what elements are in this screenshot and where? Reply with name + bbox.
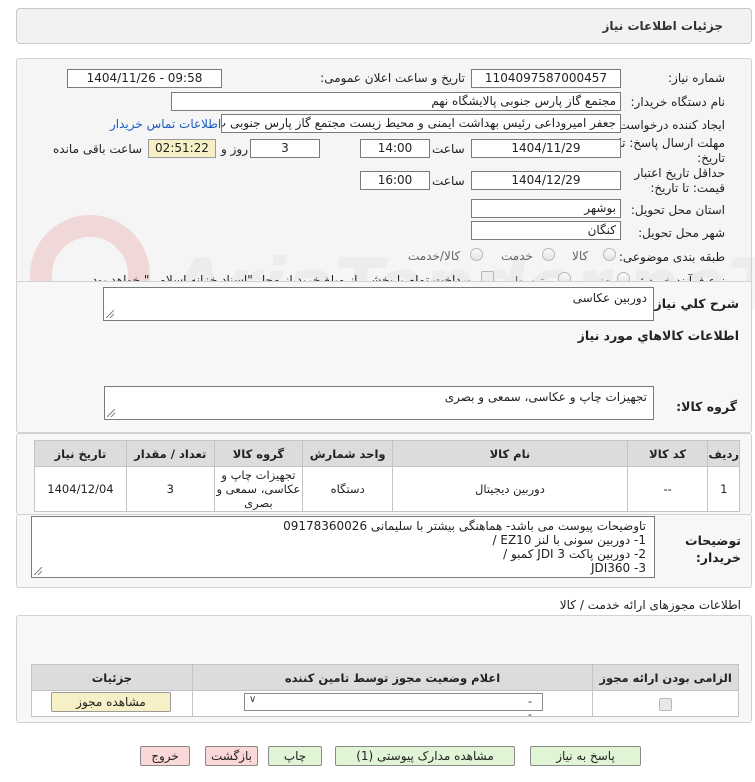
resize-grip-icon[interactable] bbox=[34, 567, 42, 575]
creator-field: جعفر امیروداعی رئیس بهداشت ایمنی و محیط … bbox=[221, 114, 621, 133]
cell-qty: 3 bbox=[125, 466, 215, 512]
province-field: بوشهر bbox=[471, 199, 621, 218]
col-group: گروه کالا bbox=[213, 440, 304, 467]
days-label: روز و bbox=[221, 142, 248, 156]
goods-section-title: اطلاعات کالاهاي مورد نياز bbox=[577, 328, 739, 343]
col-required: الزامی بودن ارائه مجوز bbox=[592, 664, 739, 691]
city-label: شهر محل تحویل: bbox=[638, 226, 725, 240]
col-row: ردیف bbox=[707, 440, 740, 467]
deadline-label: مهلت ارسال پاسخ: تا تاریخ: bbox=[618, 136, 725, 165]
days-field: 3 bbox=[250, 139, 320, 158]
note-line: تاوضیحات پیوست می باشد- هماهنگی بیشتر با… bbox=[283, 519, 646, 533]
need-number-label: شماره نیاز: bbox=[668, 71, 725, 85]
col-date: تاریخ نیاز bbox=[34, 440, 127, 467]
cell-name: دوربین دیجیتال bbox=[392, 466, 628, 512]
category-radio-goods[interactable] bbox=[603, 248, 616, 261]
contact-buyer-link[interactable]: اطلاعات تماس خریدار bbox=[110, 117, 221, 131]
view-attachments-button[interactable]: مشاهده مدارک پیوستی (1) bbox=[335, 746, 515, 766]
city-field: کنگان bbox=[471, 221, 621, 240]
note-line: 3- JDI360 bbox=[590, 561, 646, 575]
resize-grip-icon[interactable] bbox=[106, 310, 114, 318]
category-option-service: خدمت bbox=[501, 249, 533, 263]
need-number-field: 1104097587000457 bbox=[471, 69, 621, 88]
table-row: 1 -- دوربین دیجیتال دستگاه تجهیزات چاپ و… bbox=[34, 466, 740, 512]
category-label: طبقه بندی موضوعی: bbox=[618, 250, 725, 264]
col-status: اعلام وضعیت مجوز توسط تامین کننده bbox=[191, 664, 594, 691]
goods-table-header: ردیف کد کالا نام کالا واحد شمارش گروه کا… bbox=[34, 440, 740, 467]
col-details: جزئیات bbox=[31, 664, 193, 691]
cell-unit: دستگاه bbox=[302, 466, 393, 512]
permit-status-select[interactable]: -- ∨ bbox=[244, 693, 543, 721]
description-textarea[interactable]: دوربین عکاسی bbox=[103, 287, 654, 321]
goods-group-text: تجهیزات چاپ و عکاسی، سمعی و بصری bbox=[444, 390, 647, 404]
panel-header: جزئیات اطلاعات نیاز bbox=[16, 8, 752, 44]
required-checkbox[interactable] bbox=[659, 697, 673, 711]
col-code: کد کالا bbox=[626, 440, 709, 467]
exit-button[interactable]: خروج bbox=[140, 746, 190, 766]
remaining-time-field: 02:51:22 bbox=[148, 139, 216, 158]
note-line: 1- دوربین سونی با لنز EZ10 / bbox=[492, 533, 647, 547]
back-button[interactable]: بازگشت bbox=[205, 746, 258, 766]
col-name: نام کالا bbox=[392, 440, 628, 467]
province-label: استان محل تحویل: bbox=[630, 203, 725, 217]
page-title: جزئیات اطلاعات نیاز bbox=[602, 19, 723, 33]
validity-time-label: ساعت bbox=[432, 174, 465, 188]
note-line: 2- دوربین پاکت JDI 3 کمبو / bbox=[503, 547, 646, 561]
deadline-time-field: 14:00 bbox=[360, 139, 430, 158]
select-value: -- bbox=[528, 695, 532, 721]
validity-time-field: 16:00 bbox=[360, 171, 430, 190]
buyer-notes-label: توضیحات خریدار: bbox=[685, 533, 741, 565]
category-option-goods: کالا bbox=[572, 249, 589, 263]
category-option-goods-service: کالا/خدمت bbox=[408, 249, 461, 263]
view-permit-button[interactable]: مشاهده مجوز bbox=[51, 692, 171, 712]
category-radio-goods-service[interactable] bbox=[470, 248, 483, 261]
validity-label: حداقل تاریخ اعتبار قیمت: تا تاریخ: bbox=[634, 166, 725, 195]
validity-date-field: 1404/12/29 bbox=[471, 171, 621, 190]
buyer-org-field: مجتمع گاز پارس جنوبی پالایشگاه نهم bbox=[171, 92, 621, 111]
permits-section-title: اطلاعات مجوزهای ارائه خدمت / کالا bbox=[559, 598, 741, 612]
cell-row: 1 bbox=[707, 466, 740, 512]
reply-button[interactable]: پاسخ به نیاز bbox=[530, 746, 641, 766]
description-label: شرح کلي نياز: bbox=[649, 296, 739, 311]
print-button[interactable]: چاپ bbox=[268, 746, 322, 766]
cell-date: 1404/12/04 bbox=[34, 466, 127, 512]
description-text: دوربین عکاسی bbox=[572, 291, 647, 305]
goods-group-textarea[interactable]: تجهیزات چاپ و عکاسی، سمعی و بصری bbox=[104, 386, 654, 420]
announce-label: تاریخ و ساعت اعلان عمومی: bbox=[320, 71, 465, 85]
announce-field: 1404/11/26 - 09:58 bbox=[67, 69, 222, 88]
goods-group-label: گروه کالا: bbox=[676, 399, 737, 414]
buyer-notes-textarea[interactable]: تاوضیحات پیوست می باشد- هماهنگی بیشتر با… bbox=[31, 516, 655, 578]
col-qty: تعداد / مقدار bbox=[125, 440, 215, 467]
permits-table-header: الزامی بودن ارائه مجوز اعلام وضعیت مجوز … bbox=[31, 664, 739, 691]
buyer-org-label: نام دستگاه خریدار: bbox=[630, 95, 726, 109]
cell-code: -- bbox=[626, 466, 709, 512]
category-radio-service[interactable] bbox=[542, 248, 555, 261]
cell-group: تجهیزات چاپ و عکاسی، سمعی و بصری bbox=[213, 466, 304, 512]
deadline-date-field: 1404/11/29 bbox=[471, 139, 621, 158]
remaining-label: ساعت باقی مانده bbox=[53, 142, 143, 156]
cell-required bbox=[592, 690, 739, 717]
creator-label: ایجاد کننده درخواست: bbox=[614, 118, 725, 132]
deadline-time-label: ساعت bbox=[432, 142, 465, 156]
resize-grip-icon[interactable] bbox=[107, 409, 115, 417]
goods-table: ردیف کد کالا نام کالا واحد شمارش گروه کا… bbox=[34, 440, 740, 512]
chevron-down-icon: ∨ bbox=[249, 694, 257, 705]
col-unit: واحد شمارش bbox=[302, 440, 393, 467]
